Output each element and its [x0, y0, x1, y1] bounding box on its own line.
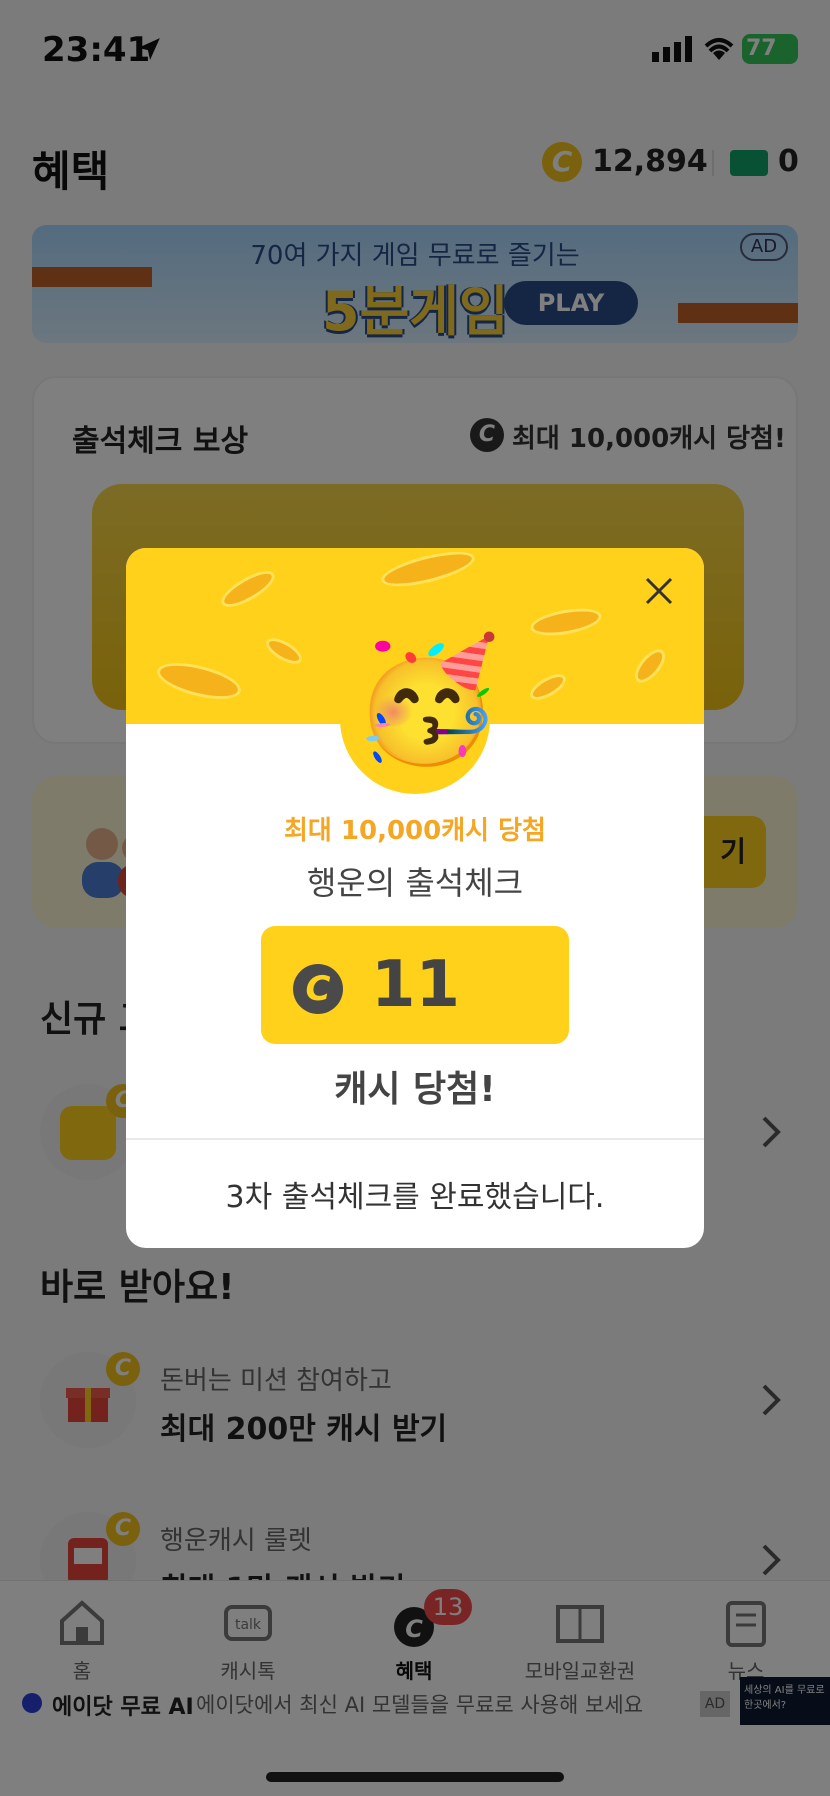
cash-amount: 11 — [371, 948, 461, 1022]
coin-decoration — [526, 669, 570, 705]
modal-divider — [126, 1138, 704, 1140]
coin-decoration — [378, 548, 478, 594]
coin-decoration — [262, 633, 306, 669]
coin-decoration — [216, 564, 280, 614]
coin-decoration — [528, 603, 604, 641]
party-face-emoji-icon: 🥳 — [352, 631, 502, 770]
modal-subtitle: 최대 10,000캐시 당첨 — [284, 816, 546, 846]
cash-won-text: 캐시 당첨! — [334, 1069, 496, 1110]
coin-decoration — [153, 656, 245, 706]
modal-footer-message: 3차 출석체크를 완료했습니다. — [225, 1180, 605, 1215]
cash-coin-icon: C — [293, 964, 343, 1014]
coin-decoration — [629, 644, 671, 688]
close-icon[interactable] — [644, 576, 674, 606]
cash-result-box: C 11 — [261, 926, 569, 1044]
modal-title: 행운의 출석체크 — [306, 864, 524, 902]
home-indicator[interactable] — [266, 1772, 564, 1782]
attendance-result-modal: 🥳 최대 10,000캐시 당첨 행운의 출석체크 C 11 캐시 당첨! 3차… — [126, 548, 704, 1248]
